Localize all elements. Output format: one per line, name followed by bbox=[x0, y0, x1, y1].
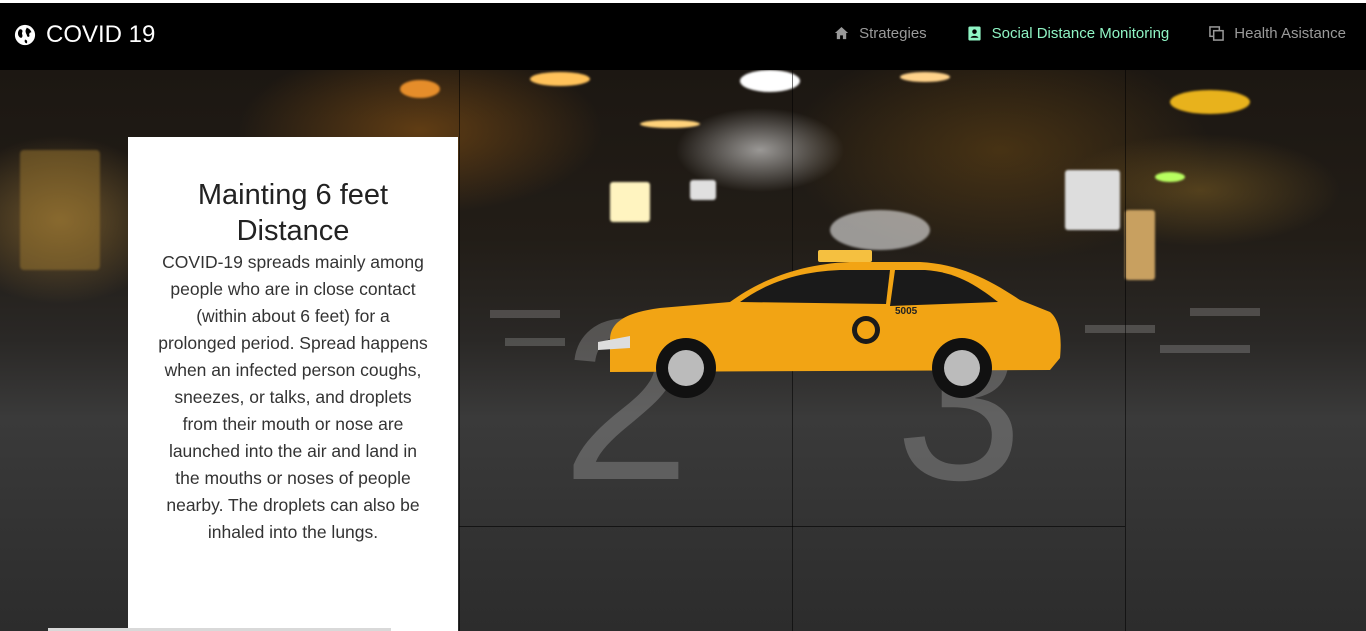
street-light bbox=[400, 80, 440, 98]
street-light bbox=[1155, 172, 1185, 182]
home-icon bbox=[835, 26, 849, 40]
street-light bbox=[1065, 170, 1120, 230]
brand-title: COVID 19 bbox=[46, 21, 156, 48]
nav-label-social-distance: Social Distance Monitoring bbox=[991, 25, 1170, 42]
card-title: Mainting 6 feet Distance bbox=[197, 179, 389, 247]
shop-window bbox=[20, 150, 100, 270]
grid-line bbox=[459, 526, 1125, 527]
crosswalk-stripe bbox=[1160, 345, 1250, 353]
street-light bbox=[610, 182, 650, 222]
nav-item-strategies[interactable]: Strategies bbox=[834, 25, 927, 42]
nav-label-strategies: Strategies bbox=[859, 25, 927, 42]
brand-link[interactable]: COVID 19 bbox=[14, 21, 155, 49]
crosswalk-stripe bbox=[1190, 308, 1260, 316]
grid-line bbox=[459, 70, 460, 631]
street-light bbox=[640, 120, 700, 128]
contact-card-icon bbox=[968, 26, 981, 41]
info-card: Mainting 6 feet Distance COVID-19 spread… bbox=[128, 137, 458, 631]
main-nav: Strategies Social Distance Monitoring He… bbox=[794, 25, 1346, 42]
street-light bbox=[740, 70, 800, 92]
copy-icon bbox=[1209, 26, 1225, 41]
street-light bbox=[690, 180, 716, 200]
nav-item-health-asistance[interactable]: Health Asistance bbox=[1209, 25, 1346, 42]
crosswalk-stripe bbox=[490, 310, 560, 318]
nav-label-health-asistance: Health Asistance bbox=[1234, 25, 1346, 42]
street-light bbox=[530, 72, 590, 86]
crosswalk-stripe bbox=[1085, 325, 1155, 333]
taxi-image: 5005 bbox=[598, 250, 1061, 398]
street-light bbox=[900, 72, 950, 82]
street-light bbox=[830, 210, 930, 250]
globe-icon bbox=[14, 24, 36, 46]
crosswalk-stripe bbox=[505, 338, 565, 346]
hero-background-image: 2 3 5005 Mainting 6 feet Distance COVID-… bbox=[0, 70, 1366, 631]
street-light bbox=[1170, 90, 1250, 114]
nav-item-social-distance-monitoring[interactable]: Social Distance Monitoring bbox=[967, 25, 1170, 42]
top-navbar: COVID 19 Strategies Social Distance Moni… bbox=[0, 3, 1366, 70]
card-body: COVID-19 spreads mainly among people who… bbox=[158, 252, 428, 542]
grid-line bbox=[1125, 70, 1126, 631]
taxi-number: 5005 bbox=[895, 306, 918, 317]
street-light bbox=[1125, 210, 1155, 280]
